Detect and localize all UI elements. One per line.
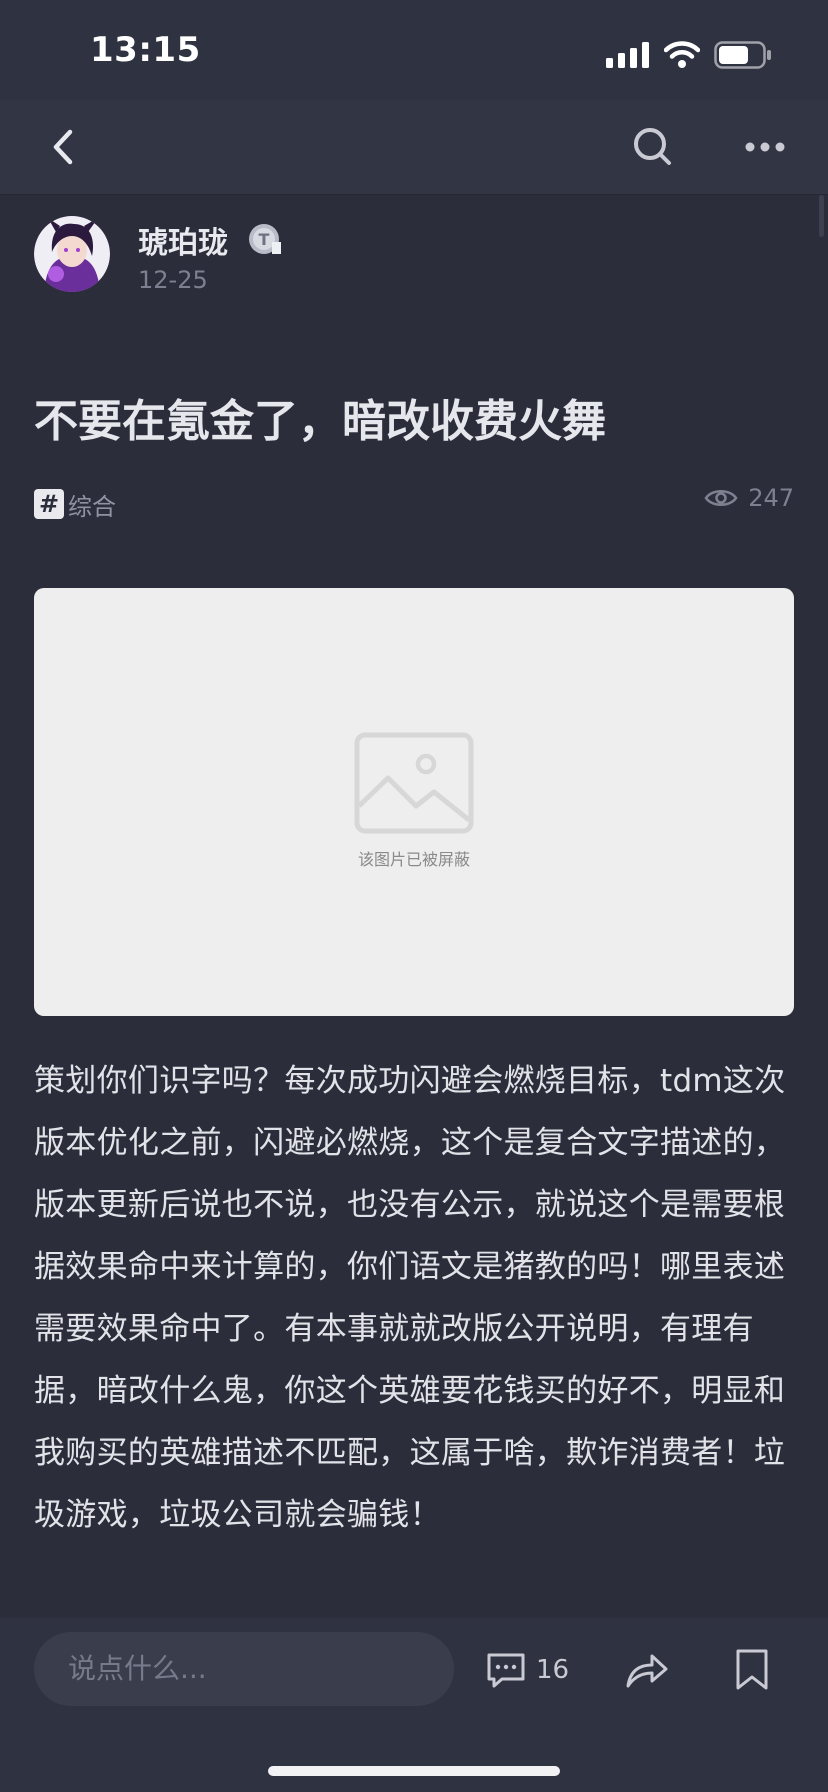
nav-bar — [0, 100, 828, 195]
post-date: 12-25 — [138, 266, 208, 294]
chevron-left-icon[interactable] — [40, 122, 90, 172]
bookmark-icon[interactable] — [734, 1648, 770, 1692]
cellular-signal-icon — [606, 42, 649, 68]
bottom-bar: 说点什么... 16 — [0, 1618, 828, 1792]
battery-icon — [714, 41, 771, 69]
post-title: 不要在氪金了，暗改收费火舞 — [34, 396, 606, 447]
more-dots-icon[interactable] — [740, 122, 790, 172]
avatar-image — [34, 216, 110, 292]
eye-icon — [704, 490, 738, 506]
views-count: 247 — [748, 484, 794, 512]
hashtag-icon: # — [34, 489, 64, 519]
image-placeholder-icon — [354, 732, 474, 834]
author-name[interactable]: 琥珀珑 — [138, 218, 228, 262]
post-body: 策划你们识字吗？每次成功闪避会燃烧目标，tdm这次版本优化之前，闪避必燃烧，这个… — [34, 1063, 786, 1533]
status-time: 13:15 — [90, 30, 201, 70]
view-count: 247 — [704, 484, 794, 512]
comment-button[interactable]: 16 — [486, 1648, 569, 1692]
comment-icon — [487, 1653, 525, 1688]
post-tag[interactable]: # 综合 — [34, 486, 116, 522]
comment-input[interactable]: 说点什么... — [34, 1632, 454, 1706]
home-indicator[interactable] — [268, 1766, 560, 1776]
comment-count: 16 — [536, 1655, 570, 1685]
avatar[interactable] — [34, 216, 110, 292]
level-badge-icon: T — [249, 224, 281, 254]
blocked-image[interactable]: 该图片已被屏蔽 — [34, 588, 794, 1016]
share-icon[interactable] — [624, 1648, 670, 1692]
scroll-indicator[interactable] — [819, 195, 824, 237]
search-icon[interactable] — [628, 122, 678, 172]
status-icons — [606, 40, 772, 70]
status-bar: 13:15 — [0, 0, 828, 100]
tag-label: 综合 — [68, 492, 116, 521]
level-badge-letter: T — [259, 230, 270, 249]
wifi-icon — [664, 41, 700, 68]
author-row: 琥珀珑 T 12-25 — [34, 216, 794, 296]
blocked-image-text: 该图片已被屏蔽 — [357, 850, 470, 869]
